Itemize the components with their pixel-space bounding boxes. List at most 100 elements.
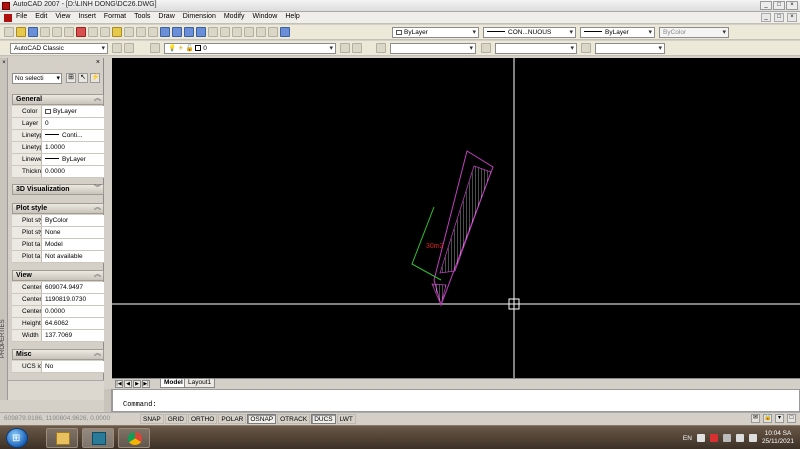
quick-select-icon[interactable]: ⚡	[90, 73, 100, 83]
prop-row-color[interactable]: Color ByLayer	[12, 106, 104, 118]
close-button[interactable]: ×	[786, 1, 798, 10]
doc-restore-button[interactable]: □	[774, 13, 784, 22]
section-general[interactable]: General ︽	[12, 94, 104, 105]
prop-row-center-z[interactable]: Center Z 0.0000	[12, 306, 104, 318]
prop-row-plot-style[interactable]: Plot style ByColor	[12, 215, 104, 227]
tab-layout1[interactable]: Layout1	[184, 379, 216, 388]
redo-icon[interactable]	[148, 27, 158, 37]
antivirus-icon[interactable]	[709, 434, 718, 442]
lock-toolbar-icon[interactable]: 🔒	[763, 414, 772, 423]
publish-icon[interactable]	[64, 27, 74, 37]
layer-combo[interactable]: 💡 ☀ 🔓 0	[164, 43, 336, 54]
table-style-combo[interactable]	[595, 43, 665, 54]
prop-row-center-y[interactable]: Center Y 1190819.0730	[12, 294, 104, 306]
menu-edit[interactable]: Edit	[35, 13, 47, 20]
tab-nav-prev-icon[interactable]: ◀	[124, 380, 132, 388]
plot-preview-icon[interactable]	[52, 27, 62, 37]
print-icon[interactable]	[40, 27, 50, 37]
make-object-layer-current-icon[interactable]	[340, 43, 350, 53]
maximize-button[interactable]: □	[773, 1, 785, 10]
block-editor-icon[interactable]	[124, 27, 134, 37]
drawing-svg[interactable]: 30m2	[112, 58, 800, 378]
section-view[interactable]: View ︽	[12, 270, 104, 281]
clock[interactable]: 10:04 SA 25/11/2021	[762, 430, 794, 446]
tray-expand-icon[interactable]	[696, 434, 705, 442]
taskbar-autocad[interactable]	[82, 428, 114, 448]
prop-row-layer[interactable]: Layer 0	[12, 118, 104, 130]
quickcalc-icon[interactable]	[268, 27, 278, 37]
design-center-icon[interactable]	[220, 27, 230, 37]
menu-draw[interactable]: Draw	[158, 13, 174, 20]
flag-icon[interactable]	[722, 434, 731, 442]
table-style-icon[interactable]	[581, 43, 591, 53]
doc-close-button[interactable]: ×	[787, 13, 797, 22]
section-3d-visualization[interactable]: 3D Visualization ︾	[12, 184, 104, 195]
language-indicator[interactable]: EN	[683, 435, 692, 442]
dim-style-combo[interactable]	[495, 43, 577, 54]
taskbar-chrome[interactable]	[118, 428, 150, 448]
prop-row-plot-table-attached[interactable]: Plot ta... Model	[12, 239, 104, 251]
workspace-combo[interactable]: AutoCAD Classic	[10, 43, 108, 54]
cut-icon[interactable]	[76, 27, 86, 37]
prop-row-height[interactable]: Height 64.6062	[12, 318, 104, 330]
plotstyle-combo[interactable]: ByColor	[659, 27, 729, 38]
save-icon[interactable]	[28, 27, 38, 37]
palette-header-close-icon[interactable]: ×	[96, 59, 100, 66]
prop-row-thickness[interactable]: Thickn... 0.0000	[12, 166, 104, 178]
toggle-pickadd-icon[interactable]: ⊞	[66, 73, 76, 83]
status-menu-icon[interactable]: ▾	[775, 414, 784, 423]
menu-tools[interactable]: Tools	[134, 13, 150, 20]
match-properties-icon[interactable]	[112, 27, 122, 37]
menu-dimension[interactable]: Dimension	[183, 13, 216, 20]
dim-style-icon[interactable]	[481, 43, 491, 53]
clean-screen-icon[interactable]: □	[787, 414, 796, 423]
autocad-app-icon[interactable]	[2, 2, 10, 10]
menu-file[interactable]: File	[16, 13, 27, 20]
menu-modify[interactable]: Modify	[224, 13, 245, 20]
doc-minimize-button[interactable]: _	[761, 13, 771, 22]
properties-palette-strip[interactable]: × PROPERTIES	[0, 58, 8, 400]
snap-toggle[interactable]: SNAP	[140, 414, 164, 424]
help-icon[interactable]	[280, 27, 290, 37]
menu-insert[interactable]: Insert	[78, 13, 96, 20]
document-icon[interactable]	[4, 14, 12, 22]
start-button[interactable]: ⊞	[6, 428, 28, 448]
prop-row-linetype[interactable]: Linetype Conti...	[12, 130, 104, 142]
selection-dropdown[interactable]: No selecti	[12, 73, 62, 84]
tab-nav-first-icon[interactable]: |◀	[115, 380, 123, 388]
pan-icon[interactable]	[160, 27, 170, 37]
drawing-canvas[interactable]: 30m2	[112, 58, 800, 378]
osnap-toggle[interactable]: OSNAP	[247, 414, 277, 424]
prop-row-lineweight[interactable]: Linewei... ByLayer	[12, 154, 104, 166]
prop-row-width[interactable]: Width 137.7069	[12, 330, 104, 342]
menu-help[interactable]: Help	[285, 13, 299, 20]
text-style-icon[interactable]	[376, 43, 386, 53]
command-window-grip[interactable]	[104, 389, 112, 412]
command-window[interactable]: Command:	[112, 389, 800, 412]
network-icon[interactable]	[735, 434, 744, 442]
zoom-realtime-icon[interactable]	[172, 27, 182, 37]
menu-view[interactable]: View	[55, 13, 70, 20]
text-style-combo[interactable]	[390, 43, 476, 54]
color-combo[interactable]: ByLayer	[392, 27, 479, 38]
tab-nav-last-icon[interactable]: ▶|	[142, 380, 150, 388]
prop-row-plot-style-table[interactable]: Plot sty... None	[12, 227, 104, 239]
lineweight-combo[interactable]: ByLayer	[580, 27, 655, 38]
communication-center-icon[interactable]: ✉	[751, 414, 760, 423]
coordinate-readout[interactable]: 609879.9186, 1190804.9626, 0.0000	[4, 415, 110, 422]
ortho-toggle[interactable]: ORTHO	[187, 414, 218, 424]
taskbar-explorer[interactable]	[46, 428, 78, 448]
workspace-save-icon[interactable]	[124, 43, 134, 53]
layer-properties-icon[interactable]	[150, 43, 160, 53]
tab-model[interactable]: Model	[160, 379, 187, 388]
prop-row-plot-table-type[interactable]: Plot ta... Not available	[12, 251, 104, 263]
copy-icon[interactable]	[88, 27, 98, 37]
linetype-combo[interactable]: CON...NUOUS	[483, 27, 576, 38]
zoom-previous-icon[interactable]	[196, 27, 206, 37]
lwt-toggle[interactable]: LWT	[336, 414, 356, 424]
polar-toggle[interactable]: POLAR	[218, 414, 247, 424]
minimize-button[interactable]: _	[760, 1, 772, 10]
tool-palettes-icon[interactable]	[232, 27, 242, 37]
sheet-set-icon[interactable]	[244, 27, 254, 37]
open-icon[interactable]	[16, 27, 26, 37]
